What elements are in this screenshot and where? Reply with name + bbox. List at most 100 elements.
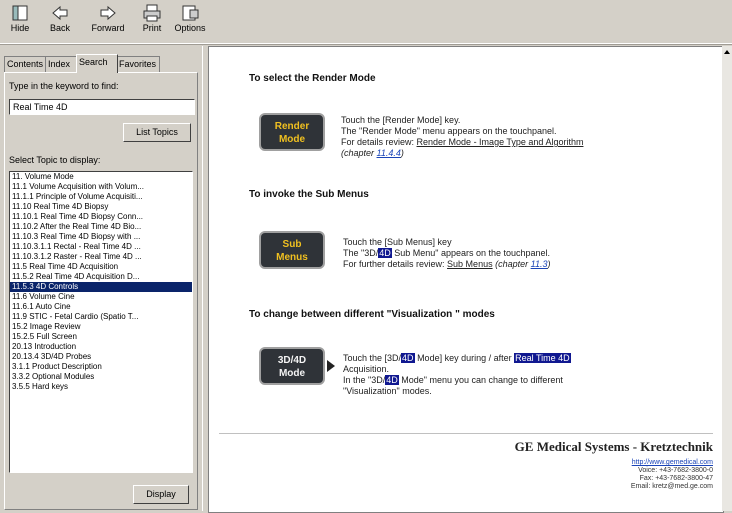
company-website-link[interactable]: http://www.gemedical.com [631,459,713,467]
chapter-11-4-4-link[interactable]: 11.4.4 [377,148,401,158]
topic-item[interactable]: 11.10 Real Time 4D Biopsy [10,202,192,212]
section-heading-sub-menus: To invoke the Sub Menus [249,189,369,200]
topic-item[interactable]: 20.13.4 3D/4D Probes [10,352,192,362]
topic-item[interactable]: 11.6.1 Auto Cine [10,302,192,312]
topic-item[interactable]: 11.10.3 Real Time 4D Biopsy with ... [10,232,192,242]
topic-item[interactable]: 11.10.3.1.2 Raster - Real Time 4D ... [10,252,192,262]
sub-menus-link[interactable]: Sub Menus [447,259,493,269]
options-label: Options [174,23,206,33]
render-mode-algorithm-link[interactable]: Render Mode - Image Type and Algorithm [417,137,584,147]
render-mode-key-line1: Render [274,121,310,132]
visualization-line3: In the "3D/4D Mode" menu you can change … [343,375,571,386]
render-mode-key: Render Mode [259,113,325,151]
topic-list[interactable]: 11. Volume Mode 11.1 Volume Acquisition w… [9,171,193,473]
3d4d-mode-key-line1: 3D/4D [277,355,307,366]
company-fax: Fax: +43-7682-3800-47 [639,475,713,482]
print-label: Print [142,23,162,33]
visualization-line1-prefix: Touch the [3D/ [343,353,402,363]
pane-splitter[interactable] [202,46,207,511]
print-button[interactable]: Print [138,2,166,40]
options-icon [182,5,199,21]
tab-search[interactable]: Search [76,54,118,73]
sub-menus-line2: The "3D/4D Sub Menu" appears on the touc… [343,248,550,259]
sub-menus-line1: Touch the [Sub Menus] key [343,237,452,247]
tab-contents[interactable]: Contents [4,56,46,72]
visualization-line2: Acquisition. [343,364,390,374]
render-mode-line3: For details review: Render Mode - Image … [341,137,583,148]
toolbar-divider [0,43,732,44]
visualization-line3-prefix: In the "3D/ [343,375,386,385]
printer-icon [143,4,161,22]
topic-item[interactable]: 15.2.5 Full Screen [10,332,192,342]
content-scrollbar[interactable] [722,46,732,511]
render-mode-line4: (chapter 11.4.4) [341,148,583,159]
topic-item[interactable]: 3.1.1 Product Description [10,362,192,372]
section-heading-visualization: To change between different "Visualizati… [249,309,495,320]
back-label: Back [49,23,70,33]
topic-item[interactable]: 11.10.2 After the Real Time 4D Bio... [10,222,192,232]
help-content-pane: To select the Render Mode Render Mode To… [208,46,724,513]
topic-item[interactable]: 11.5 Real Time 4D Acquisition [10,262,192,272]
topic-item[interactable]: 11.5.3 4D Controls [10,282,192,292]
chapter-11-3-link[interactable]: 11.3 [531,259,548,269]
hide-button[interactable]: Hide [6,2,34,40]
topic-item[interactable]: 11.10.3.1.1 Rectal - Real Time 4D ... [10,242,192,252]
forward-button[interactable]: Forward [88,2,128,40]
navigation-pane: Contents Index Search Favorites Type in … [0,46,202,511]
options-button[interactable]: Options [174,2,206,40]
sub-menus-key: Sub Menus [259,231,325,269]
keyword-label: Type in the keyword to find: [9,81,119,91]
search-highlight: 4D [401,353,415,363]
topic-item[interactable]: 11.9 STIC - Fetal Cardio (Spatio T... [10,312,192,322]
topic-item[interactable]: 11.10.1 Real Time 4D Biopsy Conn... [10,212,192,222]
topic-item[interactable]: 11.5.2 Real Time 4D Acquisition D... [10,272,192,282]
topic-item[interactable]: 3.5.5 Hard keys [10,382,192,392]
back-arrow-icon [52,5,68,21]
topic-item[interactable]: 11.1 Volume Acquisition with Volum... [10,182,192,192]
render-mode-description: Touch the [Render Mode] key. The "Render… [341,115,583,159]
sub-menus-line3-suffix: ) [547,259,551,269]
display-button[interactable]: Display [133,485,189,504]
company-voice: Voice: +43-7682-3800-0 [638,467,713,474]
search-tab-panel: Type in the keyword to find: Real Time 4… [4,72,198,510]
render-mode-line4-prefix: (chapter [341,148,377,158]
section-heading-render-mode: To select the Render Mode [249,73,376,84]
tab-favorites[interactable]: Favorites [116,56,160,72]
sub-menus-key-line1: Sub [282,239,302,250]
list-topics-button[interactable]: List Topics [123,123,191,142]
search-highlight: Real Time 4D [514,353,571,363]
3d4d-mode-key: 3D/4D Mode [259,347,325,385]
render-mode-line3-prefix: For details review: [341,137,417,147]
3d4d-mode-key-line2: Mode [278,368,306,379]
back-button[interactable]: Back [42,2,78,40]
toolbar: Hide Back Forward Print Options [0,0,732,45]
render-mode-line4-suffix: ) [400,148,404,158]
topic-item[interactable]: 20.13 Introduction [10,342,192,352]
company-contact: http://www.gemedical.com Voice: +43-7682… [631,459,713,491]
select-topic-label: Select Topic to display: [9,155,101,165]
visualization-line4: "Visualization" modes. [343,386,432,396]
hide-label: Hide [10,23,30,33]
render-mode-line1: Touch the [Render Mode] key. [341,115,461,125]
topic-item[interactable]: 11.6 Volume Cine [10,292,192,302]
scroll-up-icon[interactable] [724,50,730,54]
forward-label: Forward [91,23,125,33]
topic-item[interactable]: 11. Volume Mode [10,172,192,182]
render-mode-key-line2: Mode [278,134,306,145]
render-mode-line2: The "Render Mode" menu appears on the to… [341,126,557,136]
sub-menus-line2-suffix: Sub Menu" appears on the touchpanel. [391,248,551,258]
sub-menus-description: Touch the [Sub Menus] key The "3D/4D Sub… [343,237,550,270]
visualization-description: Touch the [3D/4D Mode] key during / afte… [343,353,571,397]
company-name: GE Medical Systems - Kretztechnik [514,439,713,454]
sub-menus-line3-prefix: For further details review: [343,259,448,269]
sub-menus-line3-mid: (chapter [492,259,531,269]
visualization-line1: Touch the [3D/4D Mode] key during / afte… [343,353,571,364]
key-pointer-icon [327,360,335,372]
topic-item[interactable]: 11.1.1 Principle of Volume Acquisiti... [10,192,192,202]
hide-icon [12,5,28,21]
keyword-input[interactable]: Real Time 4D [9,99,195,115]
topic-item[interactable]: 15.2 Image Review [10,322,192,332]
visualization-line3-suffix: Mode" menu you can change to different [398,375,563,385]
tab-index[interactable]: Index [45,56,79,72]
topic-item[interactable]: 3.3.2 Optional Modules [10,372,192,382]
